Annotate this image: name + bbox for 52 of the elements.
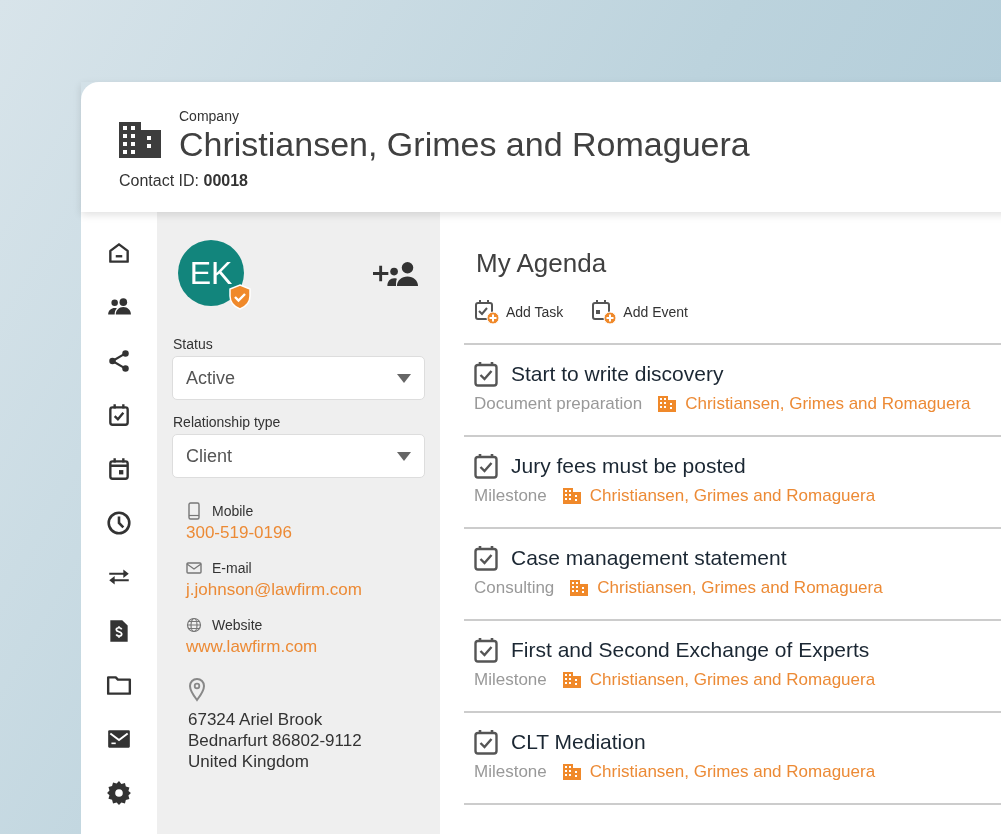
task-check-icon	[474, 729, 498, 755]
task-title[interactable]: CLT Mediation	[511, 730, 646, 754]
globe-icon	[186, 616, 202, 634]
field-label: Status	[173, 336, 214, 352]
dropdown[interactable]: Client	[172, 434, 425, 478]
caret-icon	[397, 373, 411, 383]
add-person-icon[interactable]	[373, 259, 419, 287]
company-label: Company	[179, 108, 240, 124]
share-icon[interactable]	[106, 348, 132, 374]
task-check-icon	[474, 545, 498, 571]
phone-icon	[186, 502, 202, 520]
contact-id: Contact ID: 00018	[119, 172, 249, 190]
detail-label: Mobile	[212, 503, 254, 519]
add-task-button[interactable]: Add Task	[474, 299, 564, 325]
location-pin-icon	[188, 677, 206, 703]
building-icon	[119, 122, 161, 158]
caret-icon	[397, 451, 411, 461]
envelope-icon	[186, 559, 202, 577]
address-line: 67324 Ariel Brook	[188, 709, 324, 730]
building-icon	[562, 764, 581, 780]
calendar-icon[interactable]	[106, 456, 132, 482]
building-icon	[570, 580, 589, 596]
detail-label: Website	[212, 617, 263, 633]
company-name: Christiansen, Grimes and Romaguera	[179, 124, 750, 164]
building-icon	[658, 396, 677, 412]
task-title[interactable]: Case management statement	[511, 546, 787, 570]
detail-label: E-mail	[212, 560, 252, 576]
task-check-icon	[474, 637, 498, 663]
agenda-title: My Agenda	[476, 248, 608, 279]
task-category: Milestone	[474, 486, 547, 506]
task-check-icon	[474, 361, 498, 387]
task-category: Milestone	[474, 762, 547, 782]
task-title[interactable]: First and Second Exchange of Experts	[511, 638, 870, 662]
task-icon[interactable]	[106, 402, 132, 428]
add-event-button[interactable]: Add Event	[591, 299, 688, 325]
calendar-plus-icon	[591, 299, 618, 325]
task-category: Consulting	[474, 578, 555, 598]
address-line: Bednarfurt 86802-9112	[188, 730, 363, 751]
home-icon[interactable]	[106, 240, 132, 266]
task-category: Document preparation	[474, 394, 643, 414]
task-title[interactable]: Start to write discovery	[511, 362, 724, 386]
task-category: Milestone	[474, 670, 547, 690]
checklist-plus-icon	[474, 299, 500, 325]
task-title[interactable]: Jury fees must be posted	[511, 454, 746, 478]
settings-icon[interactable]	[106, 780, 132, 806]
building-icon	[562, 672, 581, 688]
task-check-icon	[474, 453, 498, 479]
field-label: Relationship type	[173, 414, 282, 430]
building-icon	[562, 488, 581, 504]
dropdown[interactable]: Active	[172, 356, 425, 400]
address-line: United Kingdom	[188, 751, 310, 772]
clock-icon[interactable]	[106, 510, 132, 536]
